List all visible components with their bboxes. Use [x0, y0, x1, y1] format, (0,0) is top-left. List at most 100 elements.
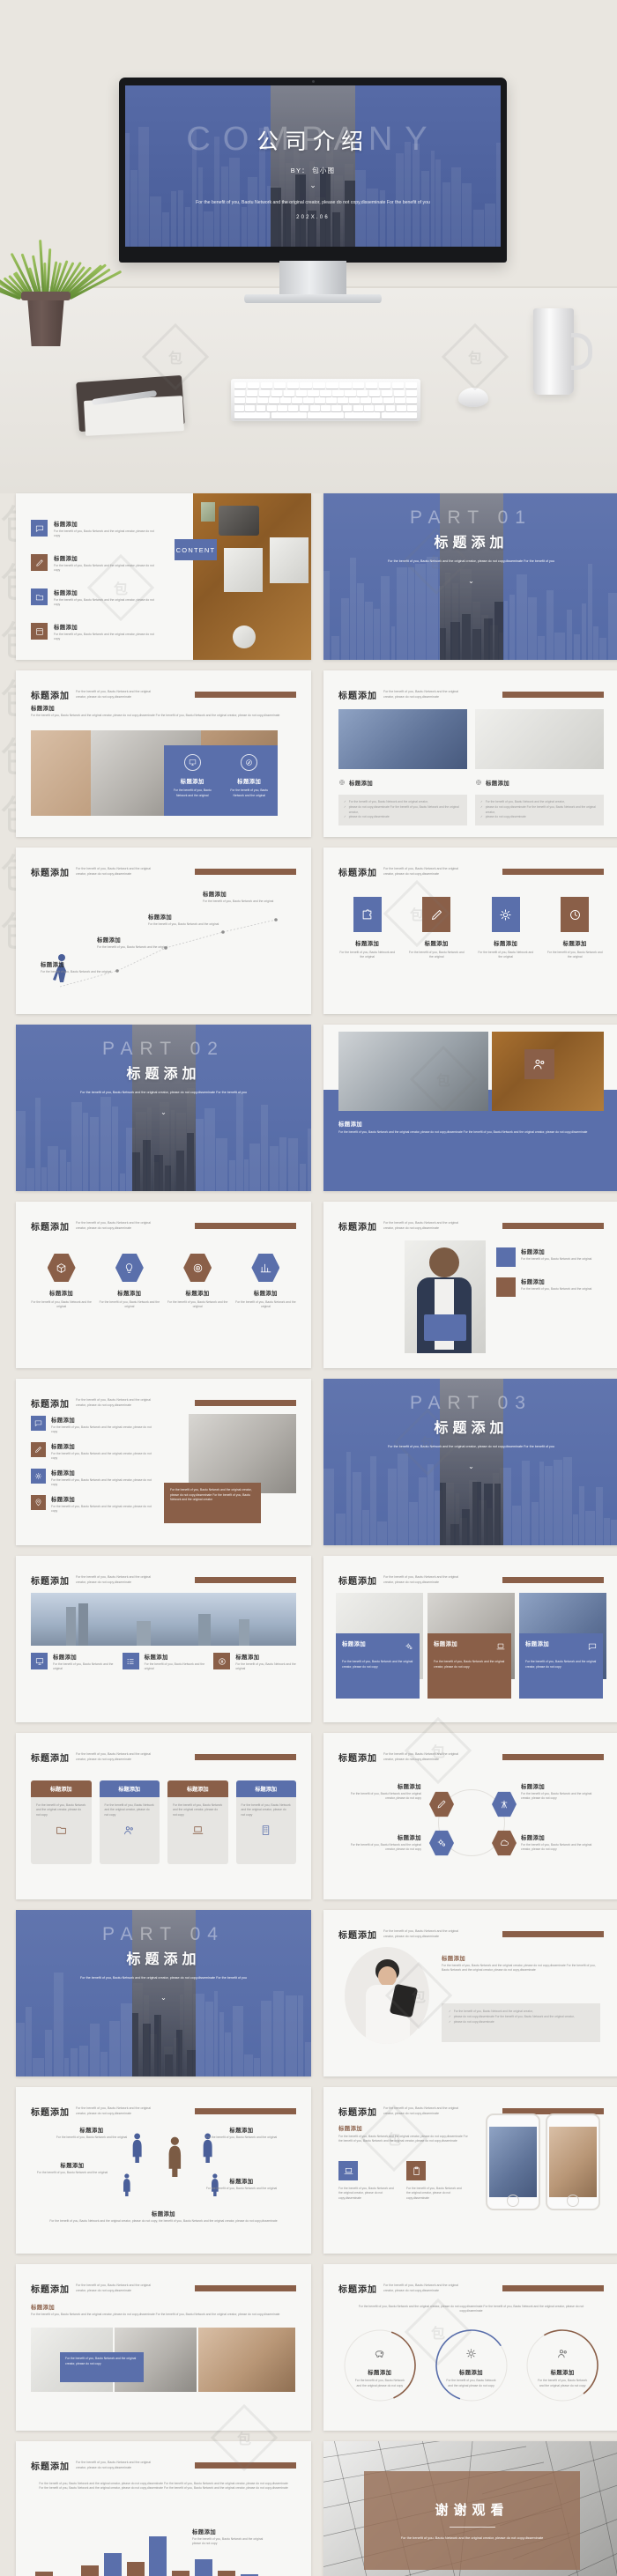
tab-card[interactable]: 标题添加 For the benefit of you, Baotu Netwo… [100, 1780, 160, 1864]
slide-person-cards[interactable]: 标题添加 For the benefit of you, Baotu Netwo… [323, 1202, 617, 1368]
hex-circle-label[interactable]: 标题添加 For the benefit of you, Baotu Netwo… [521, 1782, 598, 1802]
two-card-item[interactable]: 标题添加 For the benefit of you, Baotu Netwo… [164, 745, 221, 816]
icon-grid-item[interactable]: 标题添加 For the benefit of you, Baotu Netwo… [477, 897, 535, 960]
phone-feature[interactable]: For the benefit of you, Baotu Network an… [406, 2161, 463, 2201]
hex-item[interactable]: 标题添加 For the benefit of you, Baotu Netwo… [167, 1253, 228, 1310]
chart-bar[interactable] [35, 2572, 53, 2576]
slide-hex-row[interactable]: 标题添加 For the benefit of you, Baotu Netwo… [16, 1202, 311, 1368]
chart-bar[interactable] [195, 2559, 212, 2576]
slide-portrait[interactable]: 标题添加 For the benefit of you, Baotu Netwo… [323, 1910, 617, 2076]
slide-team[interactable]: 标题添加 For the benefit of you, Baotu Netwo… [16, 2087, 311, 2254]
two-card-item[interactable]: 标题添加 For the benefit of you, Baotu Netwo… [221, 745, 279, 816]
content-list-item[interactable]: 标题添加 For the benefit of you, Baotu Netwo… [31, 623, 182, 642]
team-label[interactable]: 标题添加 For the benefit of you, Baotu Netwo… [53, 2126, 130, 2140]
slide-tabs-four[interactable]: 标题添加 For the benefit of you, Baotu Netwo… [16, 1733, 311, 1899]
hex-item-title: 标题添加 [117, 1289, 141, 1297]
walker-step[interactable]: 标题添加 For the benefit of you, Baotu Netwo… [148, 913, 224, 927]
monitor-icon [189, 759, 197, 766]
list-photo-item[interactable]: 标题添加 For the benefit of you, Baotu Netwo… [31, 1442, 176, 1462]
chart-bar[interactable] [172, 2571, 190, 2576]
chart-bar[interactable] [218, 2571, 235, 2576]
phone-mockup-left [486, 2113, 540, 2210]
header-accent-bar [195, 1754, 296, 1760]
chart-bar[interactable] [149, 2536, 167, 2576]
slide-part-02[interactable]: PART 02 标题添加 For the benefit of you, Bao… [16, 1025, 311, 1191]
person-card[interactable]: 标题添加 For the benefit of you, Baotu Netwo… [496, 1247, 606, 1267]
chart-bar[interactable] [81, 2565, 99, 2576]
hex-circle-label[interactable]: 标题添加 For the benefit of you, Baotu Netwo… [344, 1782, 421, 1802]
chart-bar[interactable] [104, 2553, 122, 2576]
phone-feature[interactable]: For the benefit of you, Baotu Network an… [338, 2161, 395, 2201]
list-photo-item[interactable]: 标题添加 For the benefit of you, Baotu Netwo… [31, 1469, 176, 1488]
list-photo-item[interactable]: 标题添加 For the benefit of you, Baotu Netwo… [31, 1495, 176, 1514]
slide-phones[interactable]: 标题添加 For the benefit of you, Baotu Netwo… [323, 2087, 617, 2254]
hex-item[interactable]: 标题添加 For the benefit of you, Baotu Netwo… [235, 1253, 296, 1310]
slide-chart[interactable]: 标题添加 For the benefit of you, Baotu Netwo… [16, 2441, 311, 2576]
check-icon: ✓ [344, 805, 346, 816]
slide-list-photo[interactable]: 标题添加 For the benefit of you, Baotu Netwo… [16, 1379, 311, 1545]
walker-step-title: 标题添加 [97, 936, 173, 944]
content-list-item[interactable]: 标题添加 For the benefit of you, Baotu Netwo… [31, 520, 182, 539]
header-accent-bar [502, 692, 604, 698]
list-photo-desc: For the benefit of you, Baotu Network an… [51, 1505, 155, 1514]
laptop-icon [496, 1640, 505, 1655]
slide-content[interactable]: CONTENT 标题添加 For the benefit of you, Bao… [16, 493, 311, 660]
slide-icon-grid[interactable]: 标题添加 For the benefit of you, Baotu Netwo… [323, 848, 617, 1014]
team-label[interactable]: 标题添加 For the benefit of you, Baotu Netwo… [203, 2126, 280, 2140]
slide-train[interactable]: 标题添加 For the benefit of you, Baotu Netwo… [323, 1025, 617, 1191]
walker-step[interactable]: 标题添加 For the benefit of you, Baotu Netwo… [97, 936, 173, 950]
dual-list-item[interactable]: 标题添加 ✓ For the benefit of you, Baotu Netw… [475, 709, 604, 825]
slide-hex-circle[interactable]: 标题添加 For the benefit of you, Baotu Netwo… [323, 1733, 617, 1899]
hex-circle-label[interactable]: 标题添加 For the benefit of you, Baotu Netwo… [344, 1833, 421, 1853]
thanks-title: 谢谢观看 [435, 2500, 509, 2519]
photo-card[interactable]: 标题添加 For the benefit of you, Baotu Netwo… [519, 1593, 606, 1699]
keyboard-key [257, 397, 268, 403]
walker-step[interactable]: 标题添加 For the benefit of you, Baotu Netwo… [41, 960, 116, 974]
slide-part-01[interactable]: PART 01 标题添加 For the benefit of you, Bao… [323, 493, 617, 660]
keyboard-key [345, 390, 355, 396]
city-three-item[interactable]: 标题添加 For the benefit of you, Baotu Netwo… [123, 1653, 205, 1672]
slide-three-photo-cards[interactable]: 标题添加 For the benefit of you, Baotu Netwo… [323, 1556, 617, 1722]
team-label[interactable]: 标题添加 For the benefit of you, Baotu Netwo… [203, 2177, 280, 2191]
monitor-icon [184, 754, 201, 771]
team-label[interactable]: 标题添加 For the benefit of you, Baotu Netwo… [33, 2161, 111, 2175]
tab-card[interactable]: 标题添加 For the benefit of you, Baotu Netwo… [236, 1780, 297, 1864]
slide-walker-steps[interactable]: 标题添加 For the benefit of you, Baotu Netwo… [16, 848, 311, 1014]
slide-part-03[interactable]: PART 03 标题添加 For the benefit of you, Bao… [323, 1379, 617, 1545]
city-three-item[interactable]: 标题添加 For the benefit of you, Baotu Netwo… [213, 1653, 296, 1672]
slide-part-04[interactable]: PART 04 标题添加 For the benefit of you, Bao… [16, 1910, 311, 2076]
city-three-item[interactable]: 标题添加 For the benefit of you, Baotu Netwo… [31, 1653, 114, 1672]
photo-card[interactable]: 标题添加 For the benefit of you, Baotu Netwo… [336, 1593, 423, 1699]
hex-circle-label[interactable]: 标题添加 For the benefit of you, Baotu Netwo… [521, 1833, 598, 1853]
person-card-title: 标题添加 [521, 1247, 606, 1255]
slide-thanks[interactable]: 谢谢观看 For the benefit of you, Baotu Netwo… [323, 2441, 617, 2576]
chart-bar[interactable] [127, 2562, 145, 2576]
donut-item[interactable]: 标题添加 For the benefit of you, Baotu Netwo… [518, 2324, 606, 2412]
icon-grid-item[interactable]: 标题添加 For the benefit of you, Baotu Netwo… [338, 897, 397, 960]
photo-plant [201, 502, 215, 522]
tab-card[interactable]: 标题添加 For the benefit of you, Baotu Netwo… [167, 1780, 228, 1864]
slide-subtitle: For the benefit of you, Baotu Network an… [383, 1219, 470, 1231]
slide-row: 标题添加 For the benefit of you, Baotu Netwo… [0, 1379, 617, 1545]
slide-donuts[interactable]: 标题添加 For the benefit of you, Baotu Netwo… [323, 2264, 617, 2431]
keyboard-key [343, 405, 353, 411]
slide-photo-strip[interactable]: 标题添加 For the benefit of you, Baotu Netwo… [16, 2264, 311, 2431]
slide-header: 标题添加 For the benefit of you, Baotu Netwo… [338, 688, 604, 701]
person-card[interactable]: 标题添加 For the benefit of you, Baotu Netwo… [496, 1277, 606, 1297]
dual-list-item[interactable]: 标题添加 ✓ For the benefit of you, Baotu Netw… [338, 709, 467, 825]
photo-card[interactable]: 标题添加 For the benefit of you, Baotu Netwo… [427, 1593, 515, 1699]
donut-ring [523, 2326, 602, 2405]
icon-grid-item[interactable]: 标题添加 For the benefit of you, Baotu Netwo… [546, 897, 605, 960]
slide-two-card[interactable]: 标题添加 For the benefit of you, Baotu Netwo… [16, 670, 311, 837]
slide-dual-list[interactable]: 标题添加 For the benefit of you, Baotu Netwo… [323, 670, 617, 837]
list-photo-item[interactable]: 标题添加 For the benefit of you, Baotu Netwo… [31, 1416, 176, 1435]
slide-city-three[interactable]: 标题添加 For the benefit of you, Baotu Netwo… [16, 1556, 311, 1722]
slide-header: 标题添加 For the benefit of you, Baotu Netwo… [338, 1928, 604, 1941]
keyboard-key [382, 390, 392, 396]
header-accent-bar [502, 869, 604, 875]
tab-card[interactable]: 标题添加 For the benefit of you, Baotu Netwo… [31, 1780, 92, 1864]
keyboard-key [369, 390, 380, 396]
hex-item[interactable]: 标题添加 For the benefit of you, Baotu Netwo… [31, 1253, 92, 1310]
walker-step[interactable]: 标题添加 For the benefit of you, Baotu Netwo… [203, 890, 279, 904]
hex-item[interactable]: 标题添加 For the benefit of you, Baotu Netwo… [99, 1253, 160, 1310]
